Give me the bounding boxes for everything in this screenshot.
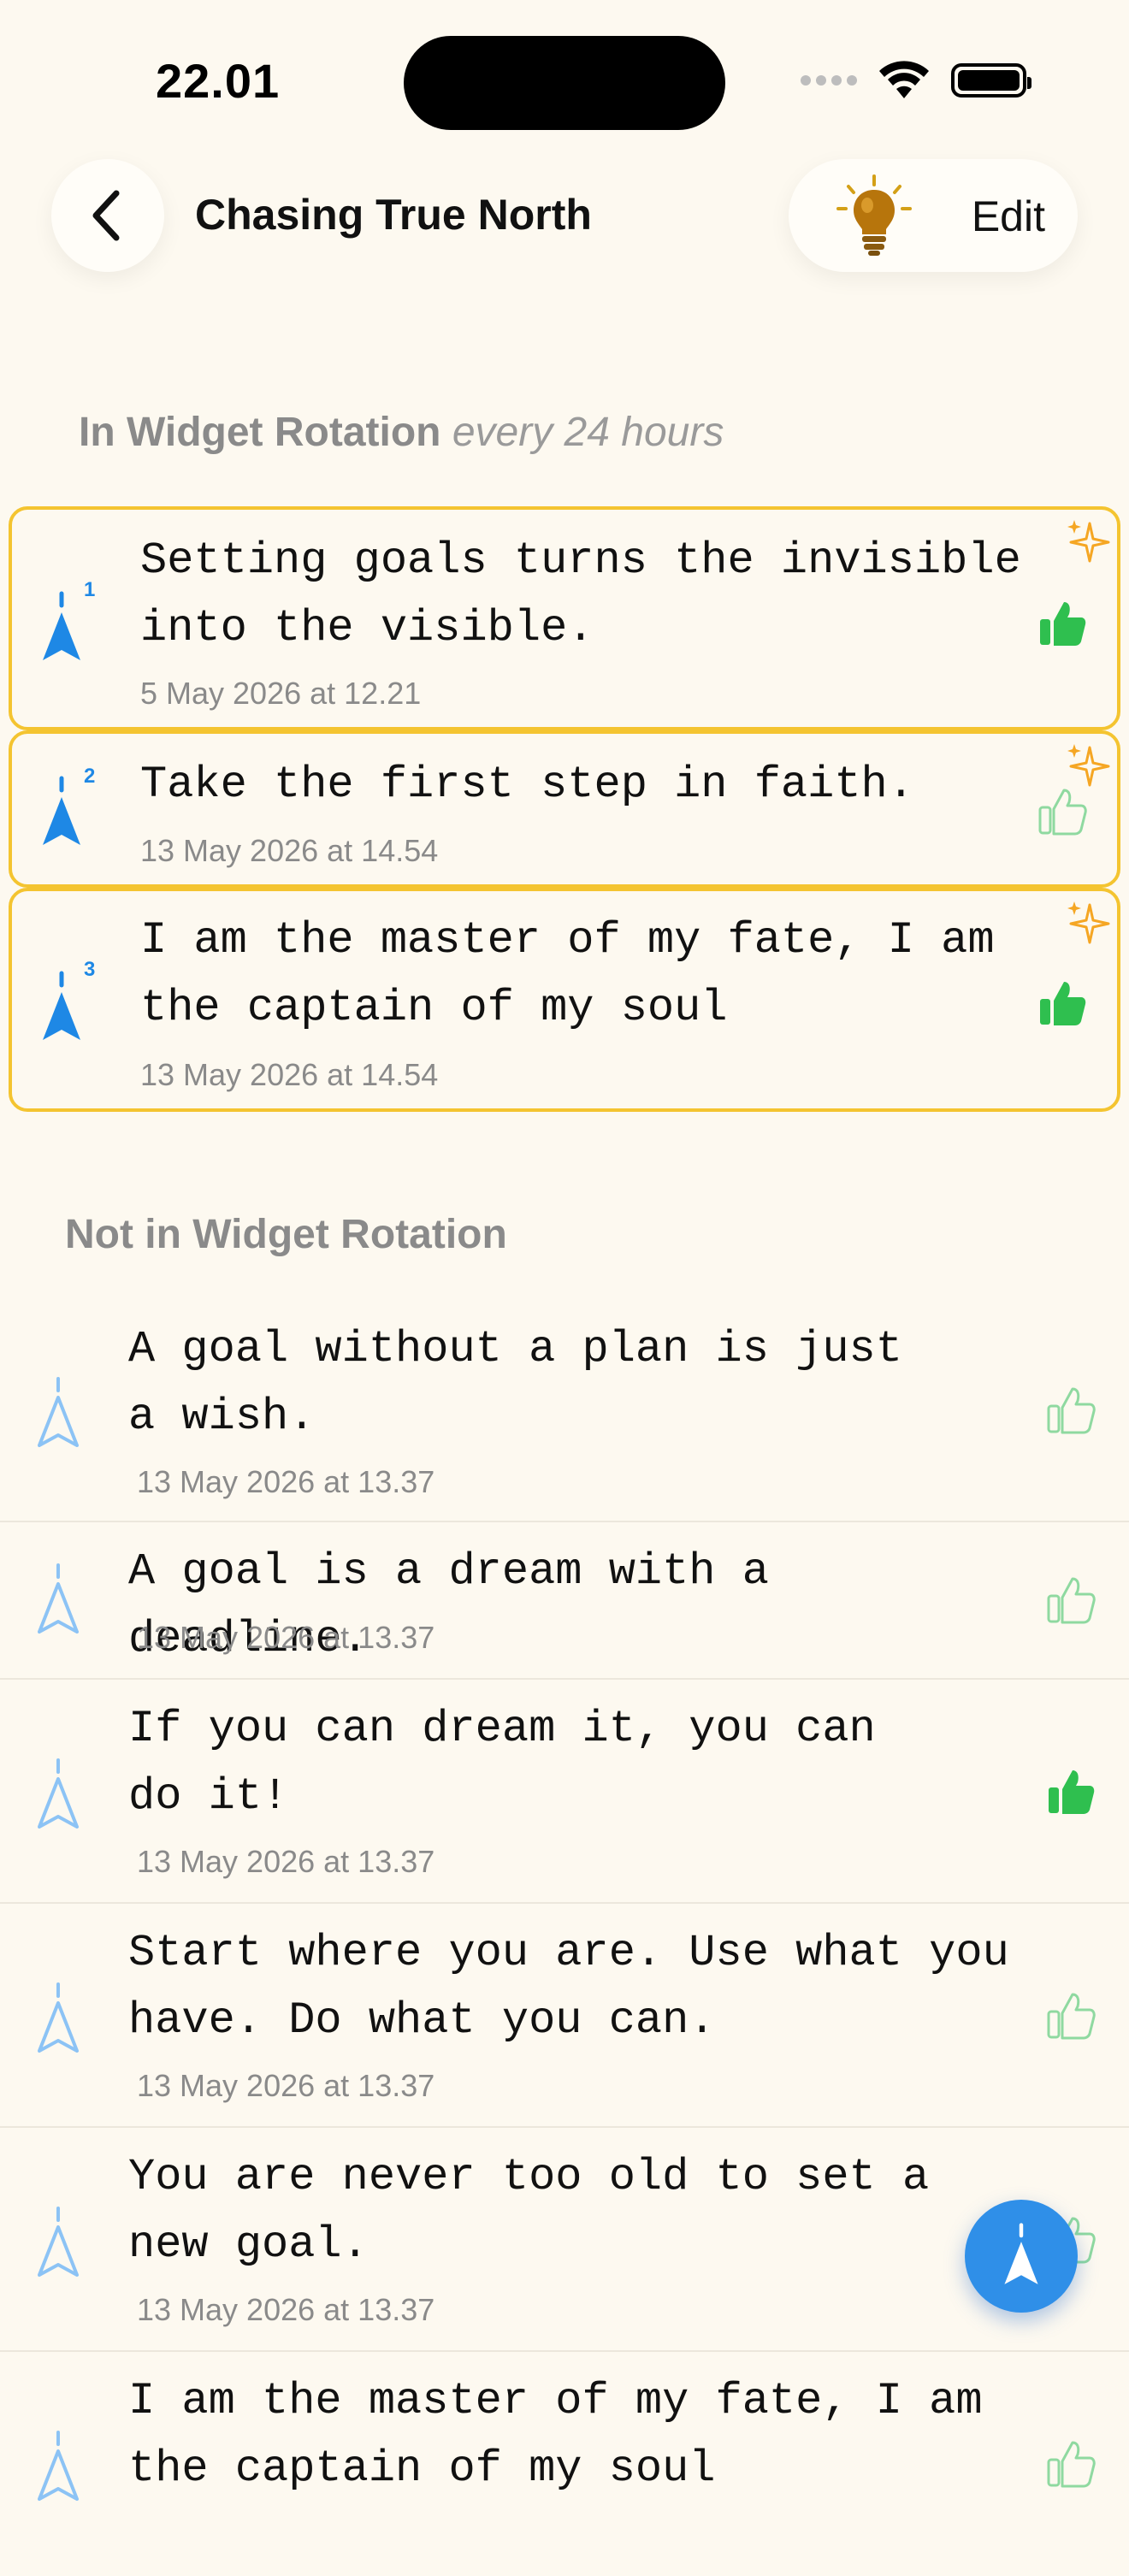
quote-date: 5 May 2026 at 12.21 (140, 676, 422, 711)
compass-arrow-icon (38, 2207, 79, 2277)
dynamic-island (404, 36, 725, 130)
rotation-section-header: In Widget Rotation every 24 hours (79, 409, 724, 456)
thumbs-up-icon[interactable] (1045, 1765, 1096, 1817)
thumbs-up-icon[interactable] (1045, 1574, 1096, 1625)
rotation-row[interactable]: 1 Setting goals turns the invisible into… (9, 506, 1120, 730)
compass-arrow-icon (1004, 2223, 1038, 2284)
quote-row[interactable]: A goal without a plan is just a wish. 13… (0, 1298, 1129, 1522)
thumbs-up-icon[interactable] (1045, 1989, 1096, 2041)
compass-arrow-icon (38, 1982, 79, 2053)
quote-date: 13 May 2026 at 14.54 (140, 833, 439, 868)
quote-date: 13 May 2026 at 13.37 (137, 1620, 435, 1655)
sparkles-icon[interactable] (1064, 517, 1112, 564)
quote-row[interactable]: I am the master of my fate, I am the cap… (0, 2352, 1129, 2576)
battery-icon (951, 63, 1031, 97)
other-section-header: Not in Widget Rotation (65, 1212, 507, 1257)
rotation-list: 1 Setting goals turns the invisible into… (0, 506, 1129, 1112)
rotation-row[interactable]: 3 I am the master of my fate, I am the c… (9, 888, 1120, 1112)
quote-text: Setting goals turns the invisible into t… (140, 535, 1021, 653)
quote-date: 13 May 2026 at 13.37 (137, 1844, 435, 1879)
quote-row[interactable]: Start where you are. Use what you have. … (0, 1904, 1129, 2128)
rotation-row[interactable]: 2 Take the first step in faith. 13 May 2… (9, 730, 1120, 888)
quote-date: 13 May 2026 at 13.37 (137, 2068, 435, 2103)
rotation-section-subtitle: every 24 hours (452, 410, 724, 455)
thumbs-up-icon[interactable] (1045, 1384, 1096, 1435)
chevron-left-icon (92, 190, 120, 241)
rank-badge: 1 (84, 578, 96, 601)
compass-arrow-icon (38, 2431, 79, 2501)
quote-date: 13 May 2026 at 13.37 (137, 1464, 435, 1499)
wifi-icon (879, 61, 929, 98)
thumbs-up-icon[interactable] (1037, 977, 1088, 1028)
quote-row[interactable]: You are never too old to set a new goal.… (0, 2128, 1129, 2352)
compass-arrow-icon (38, 1377, 79, 1447)
rotation-section-title: In Widget Rotation (79, 410, 441, 455)
quote-date: 13 May 2026 at 14.54 (140, 1057, 439, 1092)
thumbs-up-icon[interactable] (1045, 2437, 1096, 2489)
nav-actions: Edit (789, 159, 1078, 272)
compass-arrow-icon (38, 1563, 79, 1634)
quote-text: A goal without a plan is just a wish. (128, 1324, 902, 1442)
quote-date: 13 May 2026 at 13.37 (137, 2292, 435, 2327)
status-icons (801, 58, 1031, 103)
edit-button[interactable]: Edit (972, 192, 1045, 241)
status-time: 22.01 (156, 54, 281, 108)
sparkles-icon[interactable] (1064, 741, 1112, 789)
back-button[interactable] (51, 159, 164, 272)
compass-arrow-icon (43, 971, 80, 1040)
compass-fab-button[interactable] (965, 2200, 1078, 2313)
thumbs-up-icon[interactable] (1037, 785, 1088, 836)
quote-row[interactable]: A goal is a dream with a deadline. 13 Ma… (0, 1522, 1129, 1680)
compass-arrow-icon (43, 776, 80, 845)
rank-badge: 3 (84, 958, 96, 981)
compass-arrow-icon (38, 1758, 79, 1829)
thumbs-up-icon[interactable] (1037, 597, 1088, 648)
quote-text: Start where you are. Use what you have. … (128, 1928, 1009, 2046)
quote-row[interactable]: If you can dream it, you can do it! 13 M… (0, 1680, 1129, 1904)
quote-text: You are never too old to set a new goal. (128, 2152, 930, 2270)
quote-text: If you can dream it, you can do it! (128, 1704, 876, 1822)
sparkles-icon[interactable] (1064, 898, 1112, 946)
lightbulb-icon[interactable] (830, 171, 919, 260)
quote-text: I am the master of my fate, I am the cap… (128, 2376, 983, 2494)
compass-arrow-icon (43, 591, 80, 660)
cellular-signal-icon (801, 75, 857, 86)
rank-badge: 2 (84, 765, 96, 788)
other-list: A goal without a plan is just a wish. 13… (0, 1298, 1129, 2576)
page-title: Chasing True North (195, 191, 592, 239)
quote-text: Take the first step in faith. (140, 759, 914, 810)
quote-text: I am the master of my fate, I am the cap… (140, 915, 995, 1033)
